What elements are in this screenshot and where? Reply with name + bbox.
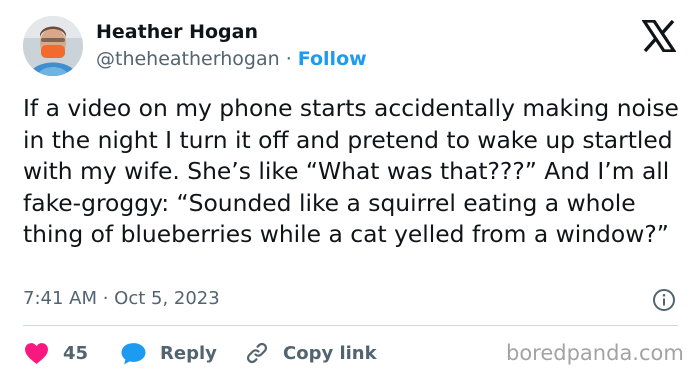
divider [23, 325, 678, 326]
tweet-timestamp[interactable]: 7:41 AM · Oct 5, 2023 [23, 288, 220, 309]
copy-link-button[interactable]: Copy link [245, 340, 377, 366]
reply-button[interactable]: Reply [121, 340, 217, 366]
heart-icon [25, 342, 48, 364]
x-logo-icon[interactable] [642, 20, 676, 52]
like-button[interactable]: 45 [24, 340, 88, 366]
link-icon [246, 342, 268, 364]
reply-label: Reply [160, 342, 217, 364]
watermark: boredpanda.com [506, 341, 684, 365]
author-name[interactable]: Heather Hogan [96, 21, 258, 43]
speech-bubble-icon [121, 342, 146, 364]
author-handle[interactable]: @theheatherhogan [96, 48, 280, 70]
avatar[interactable] [23, 16, 83, 76]
tweet-text: If a video on my phone starts accidental… [23, 94, 679, 249]
author-handle-row: @theheatherhogan · Follow [96, 48, 367, 70]
follow-button[interactable]: Follow [298, 48, 367, 70]
info-icon[interactable] [652, 288, 676, 312]
separator-dot: · [285, 48, 292, 70]
avatar-photo [23, 16, 83, 76]
copy-link-label: Copy link [283, 342, 377, 364]
like-count: 45 [63, 342, 89, 364]
